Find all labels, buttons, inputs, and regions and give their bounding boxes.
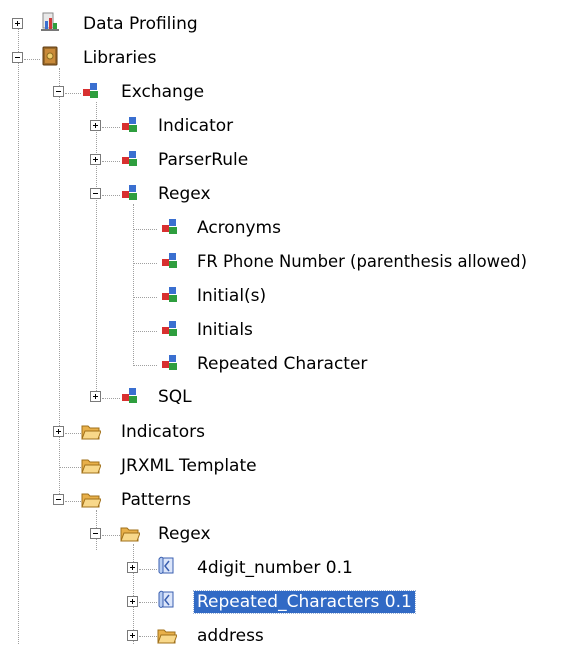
folder-open-icon (120, 527, 140, 542)
tree-item-label: Initials (197, 320, 253, 340)
tree-item-regex[interactable]: Regex (0, 178, 260, 212)
folder-open-icon (81, 459, 101, 474)
tree-item-label: Patterns (121, 490, 192, 510)
collapse-toggle[interactable] (53, 86, 64, 97)
tree-item-indicator[interactable]: Indicator (0, 110, 260, 144)
tree-item-label: Acronyms (197, 218, 281, 238)
expand-toggle[interactable] (90, 120, 101, 131)
tree-item-label: FR Phone Number (parenthesis allowed) (197, 252, 527, 271)
tree-item-label: Repeated Character (197, 354, 368, 374)
tree-item-jrxml-template[interactable]: JRXML Template (0, 450, 300, 484)
tree-item-parserrule[interactable]: ParserRule (0, 144, 270, 178)
exchange-blocks-icon (162, 219, 177, 234)
tree-item-repeated-characters[interactable]: Repeated_Characters 0.1 (0, 586, 470, 620)
exchange-blocks-icon (162, 355, 177, 370)
expand-toggle[interactable] (90, 391, 101, 402)
folder-open-icon (157, 629, 177, 644)
tree-item-label: JRXML Template (121, 456, 257, 476)
folder-open-icon (81, 493, 101, 508)
tree-item-label: Data Profiling (83, 14, 198, 34)
tree-item-patterns[interactable]: Patterns (0, 484, 260, 518)
tree-item-4digit-number[interactable]: 4digit_number 0.1 (0, 552, 400, 586)
tree-item-address[interactable]: address (0, 620, 300, 654)
tree-item-label: ParserRule (158, 150, 249, 170)
tree-item-label: 4digit_number 0.1 (197, 558, 353, 578)
expand-toggle[interactable] (12, 18, 23, 29)
folder-open-icon (81, 425, 101, 440)
tree-item-acronyms[interactable]: Acronyms (0, 212, 340, 246)
data-profiling-icon (41, 12, 59, 31)
tree-item-patterns-regex[interactable]: Regex (0, 518, 260, 552)
tree-item-label: Regex (158, 524, 211, 544)
tree-item-data-profiling[interactable]: Data Profiling (0, 8, 240, 42)
library-book-icon (42, 46, 58, 66)
tree-item-label: Initial(s) (197, 286, 267, 306)
tree-item-label-selected: Repeated_Characters 0.1 (193, 590, 416, 614)
tree-item-fr-phone-number[interactable]: FR Phone Number (parenthesis allowed) (0, 246, 584, 280)
expand-toggle[interactable] (127, 630, 138, 641)
tree-item-label: Exchange (121, 82, 205, 102)
tree-item-libraries[interactable]: Libraries (0, 42, 240, 76)
exchange-blocks-icon (162, 321, 177, 336)
pattern-scroll-icon (158, 590, 174, 608)
tree-item-initial-s[interactable]: Initial(s) (0, 280, 340, 314)
repository-tree: Data Profiling Libraries Exchange Indica… (0, 0, 584, 646)
collapse-toggle[interactable] (53, 494, 64, 505)
collapse-toggle[interactable] (90, 188, 101, 199)
exchange-blocks-icon (122, 151, 137, 166)
tree-item-label: Indicators (121, 422, 205, 442)
expand-toggle[interactable] (53, 426, 64, 437)
exchange-blocks-icon (83, 83, 98, 98)
exchange-blocks-icon (122, 388, 137, 403)
tree-item-label: Regex (158, 184, 211, 204)
collapse-toggle[interactable] (90, 528, 101, 539)
tree-item-initials[interactable]: Initials (0, 314, 340, 348)
tree-item-label: Libraries (83, 48, 157, 68)
exchange-blocks-icon (122, 117, 137, 132)
exchange-blocks-icon (122, 185, 137, 200)
tree-item-sql[interactable]: SQL (0, 381, 260, 415)
expand-toggle[interactable] (90, 154, 101, 165)
tree-item-label: Indicator (158, 116, 234, 136)
tree-item-indicators[interactable]: Indicators (0, 416, 260, 450)
exchange-blocks-icon (162, 253, 177, 268)
exchange-blocks-icon (162, 287, 177, 302)
tree-item-repeated-character[interactable]: Repeated Character (0, 348, 400, 382)
tree-item-exchange[interactable]: Exchange (0, 76, 260, 110)
collapse-toggle[interactable] (12, 52, 23, 63)
pattern-scroll-icon (158, 556, 174, 574)
expand-toggle[interactable] (127, 596, 138, 607)
tree-item-label: SQL (158, 387, 192, 407)
expand-toggle[interactable] (127, 562, 138, 573)
